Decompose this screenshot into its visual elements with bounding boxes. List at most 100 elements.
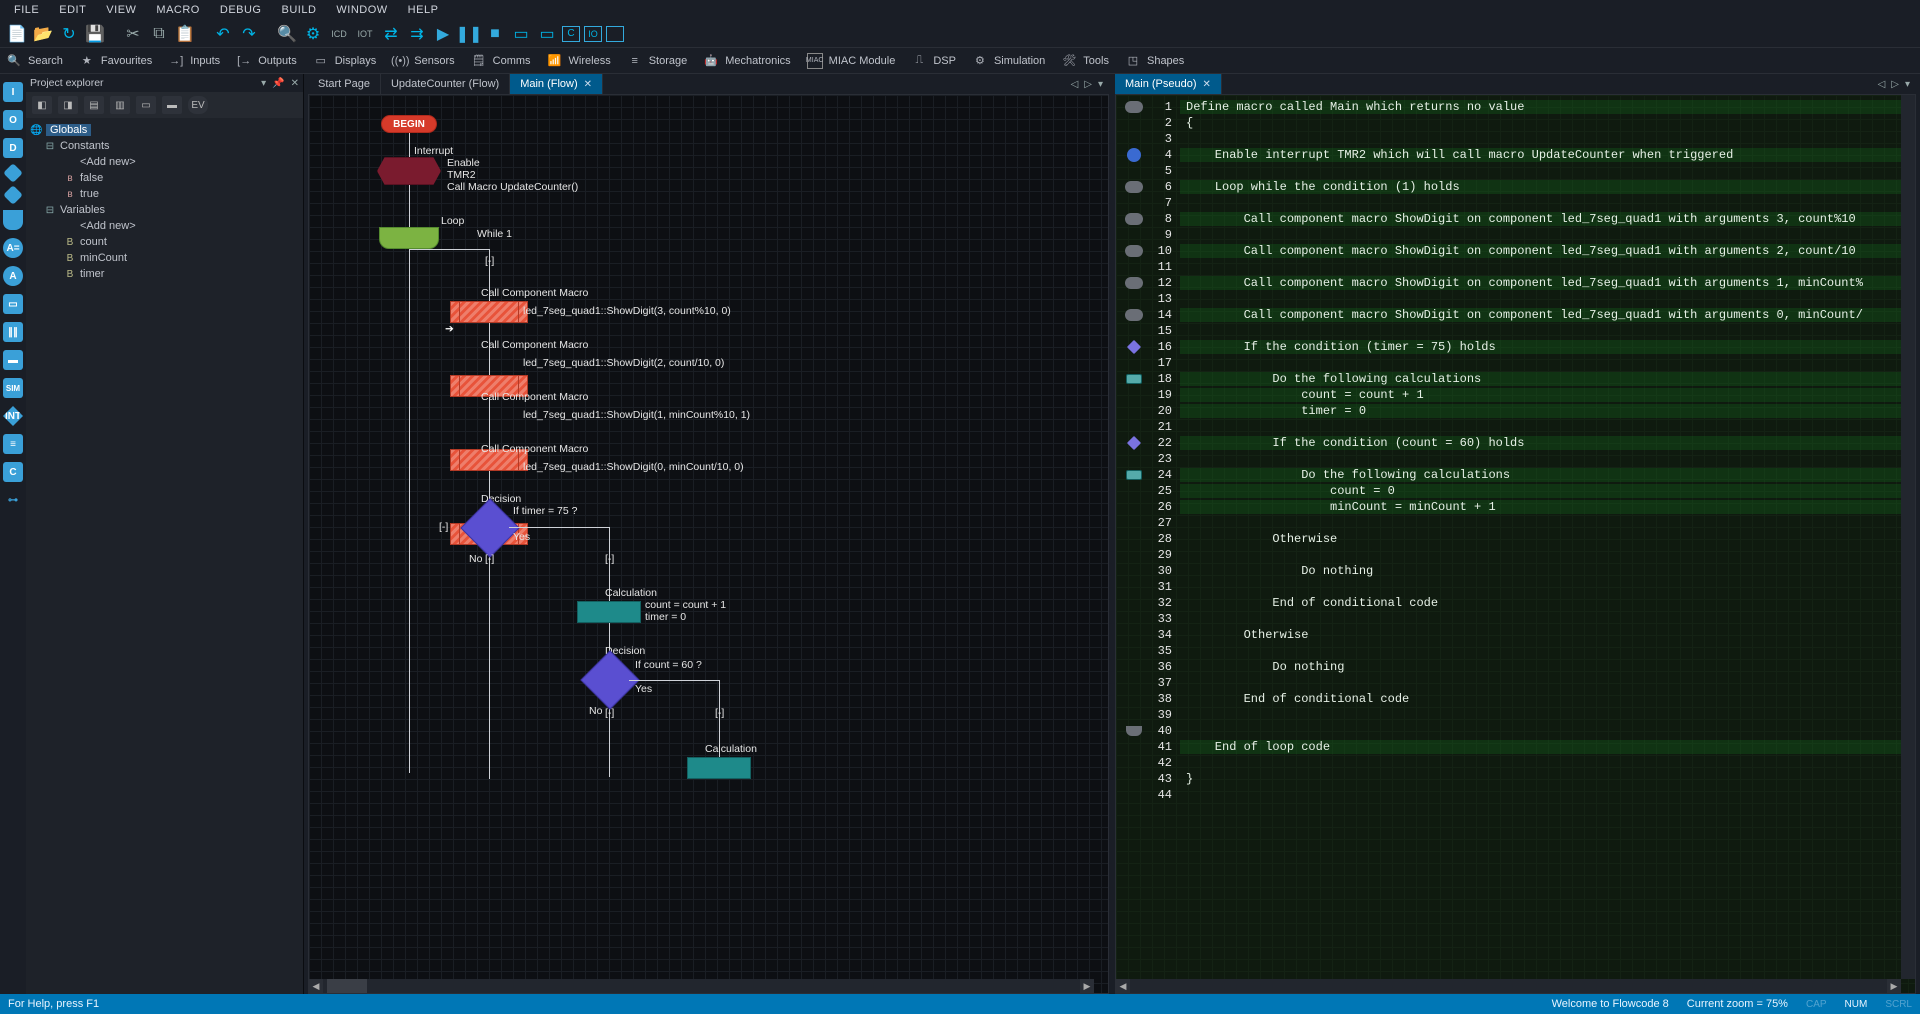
flow-icon[interactable]: ⇉ bbox=[406, 23, 428, 45]
hscroll-right-icon[interactable]: ▶ bbox=[1080, 979, 1094, 993]
step-into-icon[interactable]: ▭ bbox=[510, 23, 532, 45]
hscroll-thumb[interactable] bbox=[327, 979, 367, 993]
copy-icon[interactable]: ⧉ bbox=[148, 23, 170, 45]
pseudo-line[interactable]: 28 Otherwise bbox=[1116, 531, 1915, 547]
pseudo-line[interactable]: 3 bbox=[1116, 131, 1915, 147]
tab-list-icon[interactable]: ▾ bbox=[1098, 79, 1103, 90]
cmd-switch-icon[interactable] bbox=[3, 185, 23, 205]
pseudo-line[interactable]: 25 count = 0 bbox=[1116, 483, 1915, 499]
zoom-icon[interactable]: 🔍 bbox=[276, 23, 298, 45]
cmd-sim-icon[interactable]: SIM bbox=[3, 378, 23, 398]
undo-icon[interactable]: ↶ bbox=[212, 23, 234, 45]
cmd-input-icon[interactable]: I bbox=[3, 82, 23, 102]
cat-search[interactable]: 🔍Search bbox=[6, 53, 63, 69]
compile-chip-icon[interactable]: ⚙ bbox=[302, 23, 324, 45]
pseudo-line[interactable]: 9 bbox=[1116, 227, 1915, 243]
menu-edit[interactable]: EDIT bbox=[51, 2, 94, 18]
menu-window[interactable]: WINDOW bbox=[328, 2, 395, 18]
cat-mechatronics[interactable]: 🤖Mechatronics bbox=[703, 53, 790, 69]
cmd-output-icon[interactable]: O bbox=[3, 110, 23, 130]
step-over-icon[interactable]: ▭ bbox=[536, 23, 558, 45]
pseudo-line[interactable]: 41 End of loop code bbox=[1116, 739, 1915, 755]
tree-globals[interactable]: 🌐Globals bbox=[30, 122, 303, 138]
pseudo-hscrollbar[interactable]: ◀ ▶ bbox=[1116, 979, 1901, 993]
view-io-icon[interactable]: IO bbox=[584, 26, 602, 42]
cmd-loop-icon[interactable] bbox=[3, 210, 23, 230]
cat-dsp[interactable]: ⎍DSP bbox=[911, 53, 956, 69]
pseudo-line[interactable]: 22 If the condition (count = 60) holds bbox=[1116, 435, 1915, 451]
panel-pin-icon[interactable]: 📌 bbox=[272, 78, 284, 89]
icd-icon[interactable]: ICD bbox=[328, 23, 350, 45]
tree-var-mincount[interactable]: BminCount bbox=[30, 250, 303, 266]
view-ev-icon[interactable]: EV bbox=[188, 96, 208, 114]
view-chip-icon[interactable]: ▬ bbox=[162, 96, 182, 114]
pseudo-line[interactable]: 42 bbox=[1116, 755, 1915, 771]
view-components-icon[interactable]: ▥ bbox=[110, 96, 130, 114]
save-icon[interactable]: 💾 bbox=[84, 23, 106, 45]
cut-icon[interactable]: ✂ bbox=[122, 23, 144, 45]
pseudo-line[interactable]: 4 Enable interrupt TMR2 which will call … bbox=[1116, 147, 1915, 163]
cat-storage[interactable]: ≡Storage bbox=[627, 53, 688, 69]
redo-icon[interactable]: ↷ bbox=[238, 23, 260, 45]
view-ports-icon[interactable]: ◧ bbox=[32, 96, 52, 114]
pseudo-line[interactable]: 44 bbox=[1116, 787, 1915, 803]
pseudo-line[interactable]: 37 bbox=[1116, 675, 1915, 691]
tree-var-count[interactable]: Bcount bbox=[30, 234, 303, 250]
view-c-icon[interactable]: C bbox=[562, 26, 580, 42]
cmd-code-icon[interactable]: ≡ bbox=[3, 434, 23, 454]
pseudo-line[interactable]: 13 bbox=[1116, 291, 1915, 307]
pseudo-line[interactable]: 5 bbox=[1116, 163, 1915, 179]
run-icon[interactable]: ▶ bbox=[432, 23, 454, 45]
tab-updatecounter[interactable]: UpdateCounter (Flow) bbox=[381, 74, 510, 94]
view-panel-icon[interactable]: ▭ bbox=[136, 96, 156, 114]
flow-loop[interactable] bbox=[379, 227, 439, 249]
cat-outputs[interactable]: [→Outputs bbox=[236, 53, 297, 69]
pseudo-line[interactable]: 20 timer = 0 bbox=[1116, 403, 1915, 419]
pseudo-line[interactable]: 24 Do the following calculations bbox=[1116, 467, 1915, 483]
pseudo-line[interactable]: 1Define macro called Main which returns … bbox=[1116, 99, 1915, 115]
cmd-comment-icon[interactable]: C bbox=[3, 462, 23, 482]
cmd-decision-icon[interactable] bbox=[3, 163, 23, 183]
tree-const-false[interactable]: ʙfalse bbox=[30, 170, 303, 186]
hscroll-right-icon[interactable]: ▶ bbox=[1887, 979, 1901, 993]
pseudo-line[interactable]: 12 Call component macro ShowDigit on com… bbox=[1116, 275, 1915, 291]
pseudo-line[interactable]: 36 Do nothing bbox=[1116, 659, 1915, 675]
tree-addnew-var[interactable]: <Add new> bbox=[30, 218, 303, 234]
tree-var-timer[interactable]: Btimer bbox=[30, 266, 303, 282]
pseudo-line[interactable]: 27 bbox=[1116, 515, 1915, 531]
pseudo-line[interactable]: 30 Do nothing bbox=[1116, 563, 1915, 579]
view-panel-icon[interactable] bbox=[606, 26, 624, 42]
pseudo-line[interactable]: 15 bbox=[1116, 323, 1915, 339]
hscroll-left-icon[interactable]: ◀ bbox=[1116, 979, 1130, 993]
pseudo-line[interactable]: 8 Call component macro ShowDigit on comp… bbox=[1116, 211, 1915, 227]
cmd-interrupt-icon[interactable]: ▬ bbox=[3, 350, 23, 370]
menu-debug[interactable]: DEBUG bbox=[212, 2, 270, 18]
flow-macro-1[interactable] bbox=[457, 301, 521, 323]
pseudo-vscrollbar[interactable] bbox=[1901, 95, 1915, 979]
pause-icon[interactable]: ❚❚ bbox=[458, 23, 480, 45]
tab-main-flow[interactable]: Main (Flow)✕ bbox=[510, 74, 603, 94]
cat-wireless[interactable]: 📶Wireless bbox=[547, 53, 611, 69]
menu-file[interactable]: FILE bbox=[6, 2, 47, 18]
pseudo-line[interactable]: 26 minCount = minCount + 1 bbox=[1116, 499, 1915, 515]
flow-interrupt[interactable] bbox=[377, 157, 441, 185]
cat-simulation[interactable]: ⚙Simulation bbox=[972, 53, 1045, 69]
pseudo-line[interactable]: 11 bbox=[1116, 259, 1915, 275]
tree-variables[interactable]: ⊟Variables bbox=[30, 202, 303, 218]
cat-miac[interactable]: MIACMIAC Module bbox=[807, 53, 896, 69]
cat-inputs[interactable]: →]Inputs bbox=[168, 53, 220, 69]
link-icon[interactable]: ⇄ bbox=[380, 23, 402, 45]
pseudo-line[interactable]: 6 Loop while the condition (1) holds bbox=[1116, 179, 1915, 195]
view-globals-icon[interactable]: ◨ bbox=[58, 96, 78, 114]
pseudo-line[interactable]: 38 End of conditional code bbox=[1116, 691, 1915, 707]
pseudo-line[interactable]: 40 bbox=[1116, 723, 1915, 739]
tab-nav-left-icon[interactable]: ◁ bbox=[1071, 79, 1079, 90]
menu-macro[interactable]: MACRO bbox=[148, 2, 207, 18]
cat-comms[interactable]: 🗒Comms bbox=[471, 53, 531, 69]
pseudo-line[interactable]: 14 Call component macro ShowDigit on com… bbox=[1116, 307, 1915, 323]
canvas-hscrollbar[interactable]: ◀ ▶ bbox=[309, 979, 1094, 993]
pseudo-line[interactable]: 16 If the condition (timer = 75) holds bbox=[1116, 339, 1915, 355]
pseudo-line[interactable]: 43} bbox=[1116, 771, 1915, 787]
pseudo-line[interactable]: 35 bbox=[1116, 643, 1915, 659]
cmd-macro-icon[interactable]: A= bbox=[3, 238, 23, 258]
